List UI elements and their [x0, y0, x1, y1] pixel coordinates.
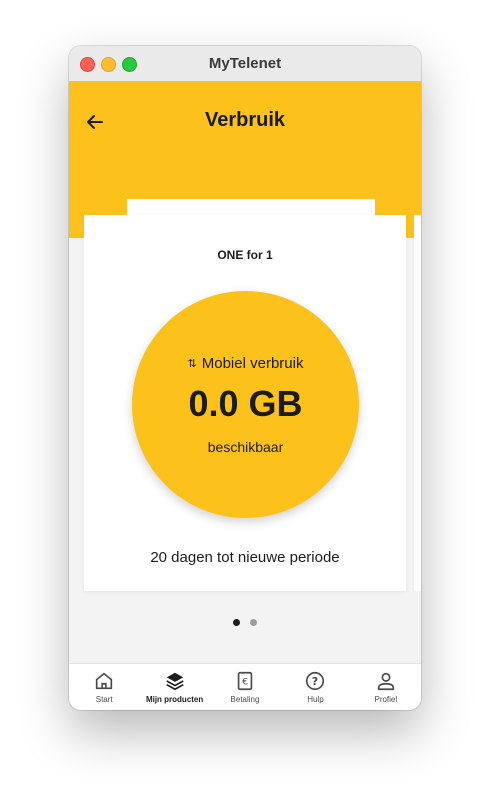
svg-text:?: ? [312, 675, 318, 688]
help-circle-icon: ? [306, 671, 325, 691]
usage-circle: ⇅ Mobiel verbruik 0.0 GB beschikbaar [132, 291, 359, 518]
app-window: MyTelenet Verbruik ONE for 1 ⇅ Mobiel ver… [69, 46, 421, 710]
usage-label-text: Mobiel verbruik [201, 355, 304, 372]
usage-value: 0.0 GB [188, 383, 303, 424]
tab-label: Mijn producten [145, 695, 204, 704]
window-title: MyTelenet [208, 55, 282, 72]
pagination-dots [69, 613, 421, 626]
svg-text:€: € [242, 677, 248, 688]
usage-card[interactable]: ONE for 1 ⇅ Mobiel verbruik 0.0 GB beschi… [84, 215, 406, 591]
up-down-arrows-icon: ⇅ [187, 358, 197, 370]
tab-label: Start [95, 695, 113, 704]
tab-profiel[interactable]: Profiel [351, 664, 421, 710]
user-icon [377, 672, 394, 691]
period-remaining: 20 dagen tot nieuwe periode [150, 549, 340, 566]
tab-label: Hulp [307, 695, 324, 704]
bottom-tab-bar: Start Mijn producten € Betaling ? Hulp P… [69, 663, 421, 710]
tab-start[interactable]: Start [69, 664, 139, 710]
plan-name: ONE for 1 [217, 248, 273, 262]
tab-hulp[interactable]: ? Hulp [280, 664, 350, 710]
tab-label: Profiel [374, 695, 398, 704]
window-titlebar: MyTelenet [69, 46, 421, 82]
tab-betaling[interactable]: € Betaling [210, 664, 280, 710]
pagination-dot[interactable] [233, 619, 240, 626]
pagination-dot[interactable] [250, 619, 257, 626]
layers-icon [165, 672, 184, 691]
home-icon [96, 672, 113, 690]
tab-label: Betaling [230, 695, 260, 704]
page-title: Verbruik [204, 109, 286, 131]
next-card-peek[interactable] [414, 215, 421, 591]
tab-mijn-producten[interactable]: Mijn producten [139, 664, 209, 710]
usage-status: beschikbaar [207, 439, 284, 455]
euro-receipt-icon: € [237, 671, 253, 691]
usage-label: ⇅ Mobiel verbruik [132, 355, 359, 372]
